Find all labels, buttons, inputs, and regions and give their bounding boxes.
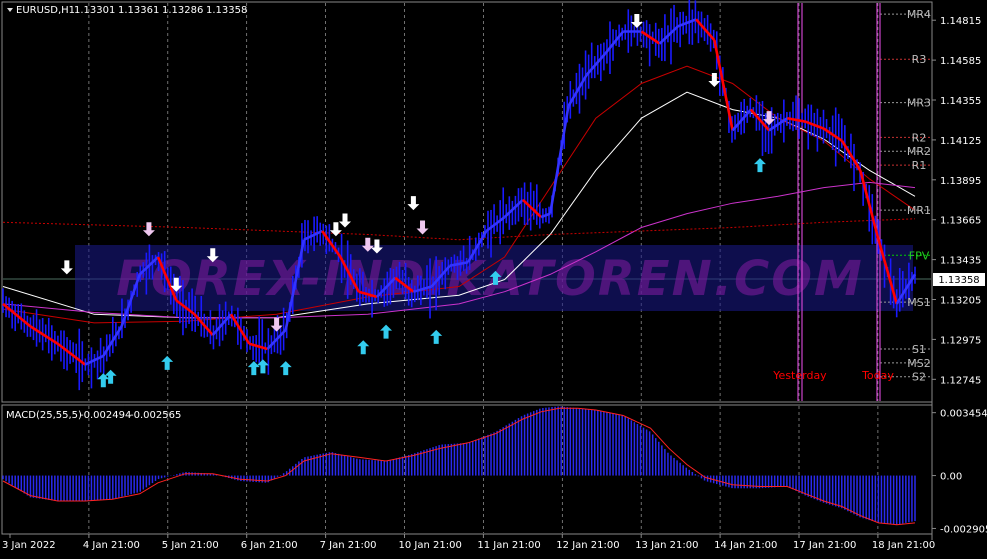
pivot-label: R2 <box>912 131 927 144</box>
pivot-label: S1 <box>912 343 926 356</box>
y-tick-label: 1.14355 <box>940 96 981 107</box>
trend-segment <box>548 105 570 214</box>
macd-indicator: 0.003454 0.00 -0.002905 <box>2 406 987 535</box>
y-tick-label: 1.12975 <box>940 335 981 346</box>
watermark-text: FOREX-INDIKATOREN.COM <box>116 251 864 307</box>
current-price-tag: 1.13358 <box>933 273 985 286</box>
sell-arrow-icon <box>329 222 342 237</box>
ohlc-high: 1.13361 <box>118 5 159 16</box>
pivot-label: MS1 <box>907 296 930 309</box>
trend-segment <box>713 39 734 131</box>
y-tick-label: 1.13895 <box>940 176 981 187</box>
symbol-header: EURUSD,H1 1.13301 1.13361 1.13286 1.1335… <box>7 5 247 16</box>
x-tick-label: 11 Jan 21:00 <box>477 540 540 551</box>
pivot-label: MS2 <box>907 357 930 370</box>
y-tick-label: 1.14585 <box>940 56 981 67</box>
main-pane-border <box>1 1 933 403</box>
pivot-labels: MR4 R3 MR3 R2MR2R1 MR1 FPV MS1 S1MS2S2 <box>907 8 931 384</box>
pivot-label: FPV <box>909 249 930 262</box>
y-tick-label: 1.13665 <box>940 216 981 227</box>
y-tick-label: 1.14125 <box>940 136 981 147</box>
macd-value-signal: -0.002565 <box>130 410 181 421</box>
buy-arrow-icon <box>753 158 766 173</box>
moving-average-line <box>2 218 916 241</box>
trend-segment <box>56 342 86 366</box>
x-tick-label: 18 Jan 21:00 <box>872 540 935 551</box>
x-tick-label: 13 Jan 21:00 <box>635 540 698 551</box>
macd-y-tick-label: -0.002905 <box>940 524 987 535</box>
buy-arrow-icon <box>357 340 370 355</box>
x-tick-label: 4 Jan 21:00 <box>83 540 140 551</box>
x-tick-label: 10 Jan 21:00 <box>399 540 462 551</box>
trading-chart-window[interactable]: FOREX-INDIKATOREN.COM 1.14815 1.14585 1.14… <box>0 0 987 555</box>
buy-arrow-icon <box>380 324 393 339</box>
sell-arrow-icon <box>142 222 155 237</box>
x-tick-label: 14 Jan 21:00 <box>714 540 777 551</box>
trend-segment <box>503 198 524 219</box>
macd-header: MACD(25,55,5) -0.002494 -0.002565 <box>6 410 181 421</box>
x-tick-label: 3 Jan 2022 <box>2 540 56 551</box>
buy-arrow-icon <box>430 329 443 344</box>
trend-segment <box>2 302 32 328</box>
pivot-label: MR2 <box>907 145 931 158</box>
pivot-label: MR3 <box>907 97 931 110</box>
pivot-label: MR4 <box>907 8 931 21</box>
x-tick-label: 7 Jan 21:00 <box>320 540 377 551</box>
sell-arrow-icon <box>416 220 429 235</box>
macd-signal-line <box>2 407 916 526</box>
symbol-label: EURUSD,H1 <box>16 5 75 16</box>
x-tick-label: 12 Jan 21:00 <box>556 540 619 551</box>
sell-arrow-icon <box>407 196 420 211</box>
current-price-label: 1.13358 <box>938 275 979 286</box>
pivot-label: R1 <box>912 159 927 172</box>
macd-y-tick-label: 0.003454 <box>940 409 987 420</box>
y-tick-label: 1.12745 <box>940 375 981 386</box>
macd-title: MACD(25,55,5) <box>6 410 82 421</box>
dropdown-triangle-icon[interactable] <box>7 8 13 12</box>
trend-segment <box>485 216 506 233</box>
trend-segment <box>567 74 588 107</box>
pivot-label: R3 <box>912 53 927 66</box>
ohlc-low: 1.13286 <box>162 5 203 16</box>
x-tick-label: 5 Jan 21:00 <box>162 540 219 551</box>
macd-value-main: -0.002494 <box>80 410 131 421</box>
pivot-label: S2 <box>912 371 926 384</box>
price-axis-ticks: 1.14815 1.14585 1.14355 1.14125 1.13895 1.136… <box>932 16 981 386</box>
buy-arrow-icon <box>279 361 292 376</box>
buy-arrow-icon <box>161 355 174 370</box>
ohlc-open: 1.13301 <box>74 5 115 16</box>
trend-segment <box>29 325 59 345</box>
day-label-yesterday: Yesterday <box>772 369 827 382</box>
y-tick-label: 1.13435 <box>940 256 981 267</box>
y-tick-label: 1.13205 <box>940 296 981 307</box>
x-tick-label: 17 Jan 21:00 <box>793 540 856 551</box>
day-labels: Yesterday Today <box>772 369 894 382</box>
pivot-lines <box>880 13 931 378</box>
day-label-today: Today <box>861 369 894 382</box>
sell-arrow-icon <box>60 260 73 275</box>
pivot-label: MR1 <box>907 204 931 217</box>
ohlc-close: 1.13358 <box>206 5 247 16</box>
price-candles <box>2 0 917 391</box>
y-tick-label: 1.14815 <box>940 16 981 27</box>
time-axis-ticks: 3 Jan 2022 4 Jan 21:00 5 Jan 21:00 6 Jan 21… <box>2 534 935 551</box>
sell-arrow-icon <box>339 213 351 228</box>
macd-y-tick-label: 0.00 <box>940 472 962 483</box>
buy-arrow-icon <box>247 361 260 376</box>
x-tick-label: 6 Jan 21:00 <box>241 540 298 551</box>
